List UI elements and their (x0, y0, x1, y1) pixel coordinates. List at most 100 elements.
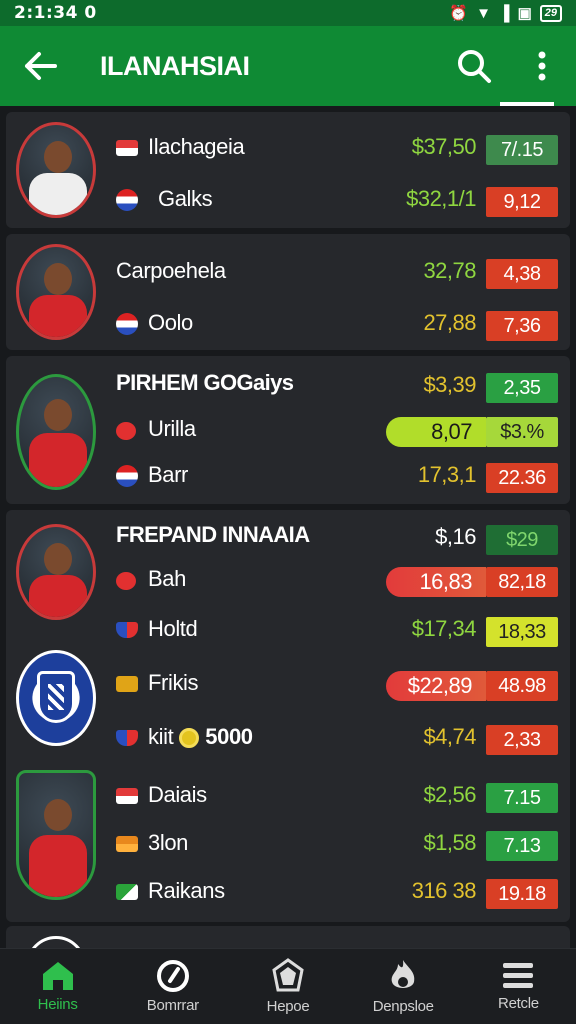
list-item[interactable]: Urilla 8,07 $3.% (6, 412, 570, 452)
club-name: Oolo (148, 310, 193, 335)
list-item[interactable]: Galks $32,1/1 9,12 (6, 182, 570, 222)
stat-badge: 4,38 (486, 259, 558, 289)
list-item[interactable]: kiit 5000 $4,74 2,33 (6, 720, 570, 760)
status-time: 2:1:34 0 (14, 3, 97, 23)
search-button[interactable] (440, 26, 508, 106)
stat-badge: 19.18 (486, 879, 558, 909)
signal-icon: ▐ (498, 4, 510, 22)
list-item[interactable]: Barr 17,3,1 22.36 (6, 458, 570, 498)
list-item[interactable]: Daiais $2,56 7.15 (6, 778, 570, 818)
coin-amount: 5000 (205, 724, 253, 749)
nav-label: Retcle (498, 995, 539, 1012)
club-name: Daiais (148, 782, 207, 807)
price-bar: 16,83 (386, 567, 486, 597)
arrow-left-icon (25, 52, 57, 80)
price-value: $4,74 (423, 724, 476, 749)
list-item[interactable]: Holtd $17,34 18,33 (6, 612, 570, 652)
player-card[interactable]: Ilachageia $37,50 7/.15 Galks $32,1/1 9,… (6, 112, 570, 228)
search-icon (458, 50, 491, 83)
club-name: Barr (148, 462, 188, 487)
shield-icon (272, 958, 304, 992)
stat-badge: 7.15 (486, 783, 558, 813)
nav-label: Denpsloe (372, 998, 434, 1015)
club-name: Urilla (148, 416, 196, 441)
player-card[interactable]: FREPAND INNAAIA $,16 $29 Bah 16,83 82,18… (6, 510, 570, 922)
player-card[interactable]: Carpoehela 32,78 4,38 Oolo 27,88 7,36 (6, 234, 570, 350)
price-value: 316 38 (411, 878, 477, 903)
list-item[interactable]: Frikis $22,89 48.98 (6, 666, 570, 706)
club-name: Galks (158, 186, 213, 211)
player-avatar (26, 936, 86, 948)
club-name: Frikis (148, 670, 199, 695)
price-value: 27,88 (423, 310, 476, 335)
price-value: 32,78 (423, 258, 476, 283)
list-item[interactable]: Raikans 316 38 19.18 (6, 874, 570, 914)
menu-icon (503, 963, 534, 988)
club-icon (116, 676, 138, 692)
flag-icon (116, 836, 138, 852)
stat-badge: 7/.15 (486, 135, 558, 165)
more-vert-icon (538, 51, 546, 81)
coin-icon (179, 728, 200, 749)
page-title: ILANAHSIAI (100, 50, 250, 81)
price-value: $3,39 (423, 372, 476, 397)
list-item[interactable]: Oolo 27,88 7,36 (6, 306, 570, 346)
stat-badge: 9,12 (486, 187, 558, 217)
wifi-icon: ▼ (476, 4, 491, 22)
nav-label: Hepoe (266, 998, 310, 1015)
nav-trending[interactable]: Denpsloe (346, 949, 461, 1024)
bottom-navigation: Heiins Bomrrar Hepoe Denpsloe Retcle (0, 948, 576, 1024)
price-value: $1,58 (423, 830, 476, 855)
compass-icon (156, 960, 189, 992)
price-value: 17,3,1 (417, 462, 477, 487)
alarm-icon: ⏰ (449, 5, 469, 22)
club-icon (116, 465, 138, 487)
stat-badge: 7,36 (486, 311, 558, 341)
list-item[interactable]: Ilachageia $37,50 7/.15 (6, 130, 570, 170)
nav-browse[interactable]: Bomrrar (115, 949, 230, 1024)
stat-badge: 7.13 (486, 831, 558, 861)
fire-icon (391, 960, 415, 988)
nav-home[interactable]: Heiins (0, 949, 115, 1024)
price-value: $17,34 (411, 616, 477, 641)
home-icon (42, 962, 73, 990)
list-item[interactable]: Bah 16,83 82,18 (6, 562, 570, 602)
list-item[interactable]: Carpoehela 32,78 4,38 (6, 254, 570, 294)
list-item[interactable]: 3lon $1,58 7.13 (6, 826, 570, 866)
price-value: $32,1/1 (406, 186, 476, 211)
price-value: $2,56 (423, 782, 476, 807)
status-bar: 2:1:34 0 ⏰ ▼ ▐ ▣ 29 (0, 0, 576, 26)
player-name: Carpoehela (116, 258, 226, 283)
list-item[interactable]: FREPAND INNAAIA $,16 $29 (6, 520, 570, 560)
price-value: $,16 (435, 524, 476, 549)
player-card[interactable]: PIRHEM GOGaiys $3,39 2,35 Urilla 8,07 $3… (6, 356, 570, 504)
more-options-button[interactable] (508, 26, 576, 106)
sim-icon: ▣ (517, 5, 532, 22)
player-card[interactable] (6, 926, 570, 948)
team-name: FREPAND INNAAIA (116, 522, 310, 547)
nav-teams[interactable]: Hepoe (230, 949, 345, 1024)
club-icon (116, 572, 136, 590)
flag-icon (116, 884, 138, 900)
app-bar: ILANAHSIAI (0, 26, 576, 106)
nav-label: Bomrrar (146, 997, 199, 1014)
list-item[interactable]: PIRHEM GOGaiys $3,39 2,35 (6, 368, 570, 408)
nav-label: Heiins (37, 996, 78, 1013)
club-icon (116, 189, 138, 211)
club-name: Raikans (148, 878, 225, 903)
back-button[interactable] (0, 26, 80, 106)
price-bar: 8,07 (386, 417, 486, 447)
club-name: Bah (148, 566, 186, 591)
club-icon (116, 313, 138, 335)
player-list[interactable]: Ilachageia $37,50 7/.15 Galks $32,1/1 9,… (0, 106, 576, 948)
stat-badge: 82,18 (486, 567, 558, 597)
stat-badge: 48.98 (486, 671, 558, 701)
club-icon (116, 422, 136, 440)
stat-badge: $3.% (486, 417, 558, 447)
club-icon (116, 730, 138, 746)
stat-badge: 22.36 (486, 463, 558, 493)
flag-icon (116, 788, 138, 804)
nav-more[interactable]: Retcle (461, 949, 576, 1024)
team-name: PIRHEM GOGaiys (116, 370, 294, 395)
player-name: Ilachageia (148, 134, 245, 159)
